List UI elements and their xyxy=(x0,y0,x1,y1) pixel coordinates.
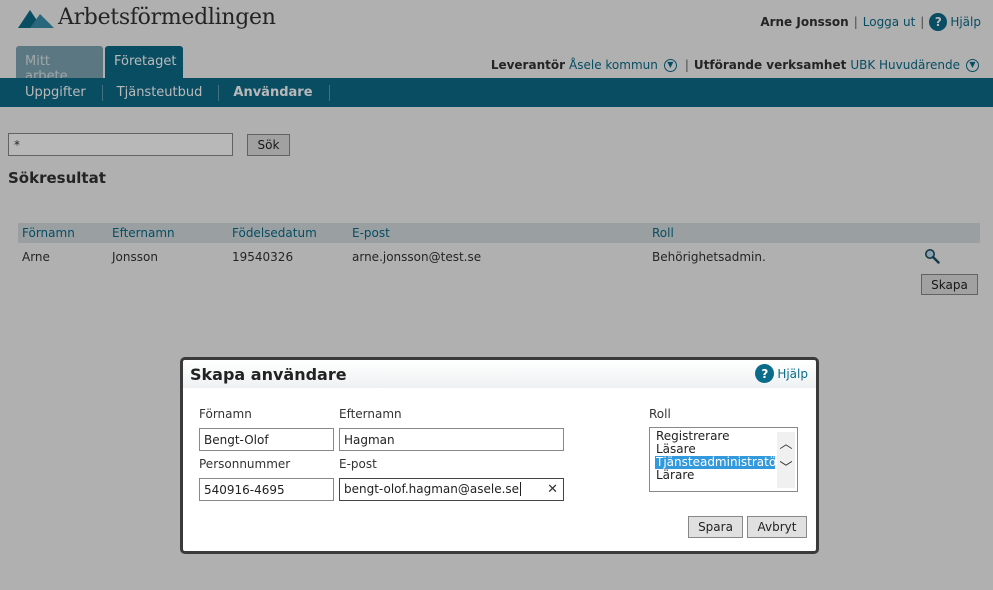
dialog-title: Skapa användare xyxy=(190,365,347,384)
last-name-field[interactable] xyxy=(339,428,564,451)
save-button[interactable]: Spara xyxy=(688,516,743,538)
role-label: Roll xyxy=(649,407,671,421)
dialog-help: ? Hjälp xyxy=(755,364,808,383)
email-label: E-post xyxy=(339,457,377,471)
chevron-up-icon[interactable]: ︿ xyxy=(779,438,793,452)
personnummer-label: Personnummer xyxy=(199,457,291,471)
personnummer-field[interactable] xyxy=(199,478,334,501)
text-cursor xyxy=(520,482,522,496)
first-name-field[interactable] xyxy=(199,428,334,451)
first-name-label: Förnamn xyxy=(199,407,252,421)
last-name-label: Efternamn xyxy=(339,407,402,421)
role-listbox[interactable]: Registrerare Läsare Tjänsteadministratör… xyxy=(649,427,798,492)
chevron-down-icon[interactable]: ﹀ xyxy=(779,462,793,476)
role-scrollbar[interactable]: ︿ ﹀ xyxy=(777,432,795,488)
clear-icon[interactable]: ✕ xyxy=(547,482,558,497)
create-user-dialog: Skapa användare ? Hjälp Förnamn Efternam… xyxy=(180,357,819,554)
dialog-help-link[interactable]: Hjälp xyxy=(777,367,808,381)
help-icon[interactable]: ? xyxy=(755,364,775,383)
cancel-button[interactable]: Avbryt xyxy=(747,516,807,538)
role-option-larare[interactable]: Lärare xyxy=(655,469,775,482)
email-field-wrapper: bengt-olof.hagman@asele.se ✕ xyxy=(339,478,564,501)
email-field[interactable]: bengt-olof.hagman@asele.se xyxy=(344,482,519,496)
